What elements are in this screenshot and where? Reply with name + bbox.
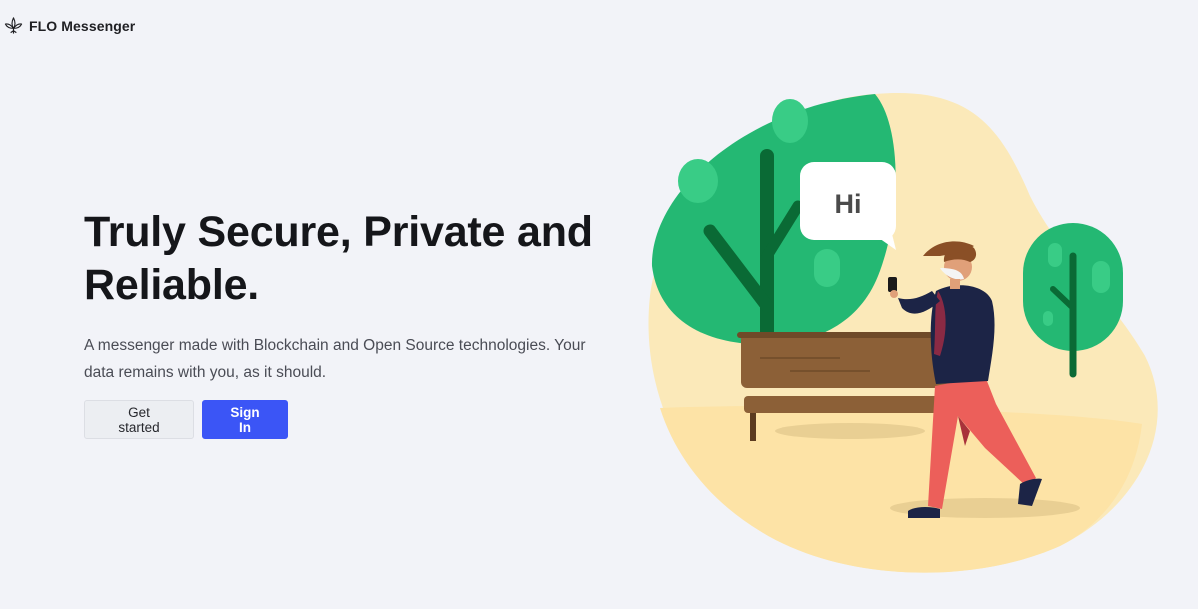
hero-headline: Truly Secure, Private and Reliable.	[84, 206, 624, 312]
small-tree-highlight	[1043, 311, 1053, 326]
hero-description: A messenger made with Blockchain and Ope…	[84, 332, 604, 386]
hero-illustration: Hi	[648, 92, 1158, 573]
hero-headline-line2: Reliable.	[84, 261, 260, 309]
sign-in-button[interactable]: Sign In	[202, 400, 288, 439]
hero-description-line1: A messenger made with Blockchain and Ope…	[84, 337, 586, 354]
hero-section: Truly Secure, Private and Reliable. A me…	[84, 206, 624, 439]
hero-headline-line1: Truly Secure, Private and	[84, 208, 593, 256]
cta-buttons: Get started Sign In	[84, 400, 624, 439]
small-tree-highlight	[1092, 261, 1110, 293]
canopy-highlight	[814, 249, 840, 287]
get-started-button[interactable]: Get started	[84, 400, 194, 439]
leaf-logo-icon	[4, 17, 23, 34]
canopy-highlight	[772, 99, 808, 143]
small-tree-highlight	[1048, 243, 1062, 267]
speech-bubble: Hi	[800, 162, 896, 250]
hero-description-line2: data remains with you, as it should.	[84, 364, 327, 381]
brand-name: FLO Messenger	[29, 17, 136, 34]
brand[interactable]: FLO Messenger	[4, 16, 135, 35]
speech-bubble-text: Hi	[835, 189, 862, 219]
canopy-highlight	[678, 159, 718, 203]
